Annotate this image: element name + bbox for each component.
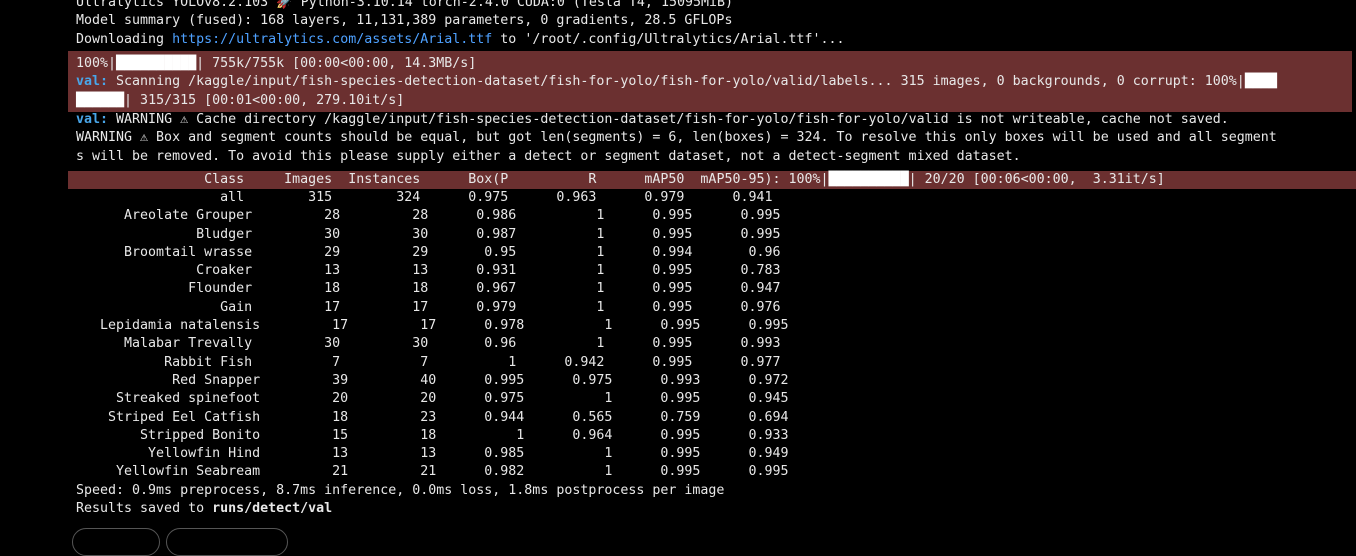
table-row: Malabar Trevally 30 30 0.96 1 0.995 0.99… [68, 336, 781, 352]
val-tag: val: [76, 112, 109, 127]
scan-progress-line: val: Scanning /kaggle/input/fish-species… [76, 74, 1277, 90]
results-line: Results saved to runs/detect/val [76, 501, 333, 517]
table-row: Areolate Grouper 28 28 0.986 1 0.995 0.9… [68, 208, 781, 224]
model-info-output: Ultralytics YOLOv8.2.103 🚀 Python-3.10.1… [0, 0, 1356, 49]
table-header-columns: Class Images Instances Box(P R mAP50 mAP… [68, 172, 829, 187]
table-header: Class Images Instances Box(P R mAP50 mAP… [68, 171, 1356, 190]
download-progress-line: 100%|██████████| 755k/755k [00:00<00:00,… [76, 56, 477, 71]
table-row: Gain 17 17 0.979 1 0.995 0.976 [68, 299, 781, 315]
warnings-output: val: WARNING ⚠ Cache directory /kaggle/i… [0, 111, 1356, 166]
version-line: Ultralytics YOLOv8.2.103 🚀 Python-3.10.1… [76, 0, 733, 10]
table-row: Lepidamia natalensis 17 17 0.978 1 0.995… [68, 318, 789, 334]
segment-warning: WARNING ⚠ Box and segment counts should … [76, 130, 1277, 146]
val-tag: val: [76, 74, 109, 90]
progress-bar: ██████ [76, 92, 125, 108]
table-row: Broomtail wrasse 29 29 0.95 1 0.994 0.96 [68, 244, 781, 260]
model-summary-line: Model summary (fused): 168 layers, 11,13… [76, 13, 733, 29]
table-row: Yellowfin Seabream 21 21 0.982 1 0.995 0… [68, 464, 789, 480]
table-row: Rabbit Fish 7 7 1 0.942 0.995 0.977 [68, 354, 781, 370]
table-row: Croaker 13 13 0.931 1 0.995 0.783 [68, 263, 781, 279]
download-link[interactable]: https://ultralytics.com/assets/Arial.ttf [172, 32, 492, 47]
segment-warning-wrap: s will be removed. To avoid this please … [76, 148, 1021, 164]
table-row: Striped Eel Catfish 18 23 0.944 0.565 0.… [68, 409, 789, 425]
cell-action-button[interactable] [166, 528, 288, 556]
summary-output: Speed: 0.9ms preprocess, 8.7ms inference… [0, 482, 1356, 519]
table-row: Stripped Bonito 15 18 1 0.964 0.995 0.93… [68, 427, 789, 443]
table-row: Red Snapper 39 40 0.995 0.975 0.993 0.97… [68, 372, 789, 388]
cell-action-button[interactable] [72, 528, 160, 556]
table-row: Flounder 18 18 0.967 1 0.995 0.947 [68, 281, 781, 297]
table-row: Streaked spinefoot 20 20 0.975 1 0.995 0… [68, 391, 789, 407]
table-row: all 315 324 0.975 0.963 0.979 0.941 [68, 190, 773, 205]
speed-line: Speed: 0.9ms preprocess, 8.7ms inference… [76, 483, 725, 498]
progress-bar: ████ [1244, 74, 1277, 90]
metrics-table: all 315 324 0.975 0.963 0.979 0.941 Areo… [68, 189, 1356, 482]
table-row: Bludger 30 30 0.987 1 0.995 0.995 [68, 226, 781, 242]
stderr-progress-block: 100%|██████████| 755k/755k [00:00<00:00,… [68, 51, 1352, 112]
progress-bar: ██████████ [116, 56, 197, 71]
download-line: Downloading https://ultralytics.com/asse… [76, 31, 845, 47]
table-row: Yellowfin Hind 13 13 0.985 1 0.995 0.949 [68, 446, 789, 462]
progress-bar: ██████████ [828, 172, 909, 187]
cache-warning: val: WARNING ⚠ Cache directory /kaggle/i… [76, 112, 1229, 127]
scan-progress-line-wrap: ██████| 315/315 [00:01<00:00, 279.10it/s… [76, 92, 405, 108]
results-path: runs/detect/val [212, 501, 333, 517]
